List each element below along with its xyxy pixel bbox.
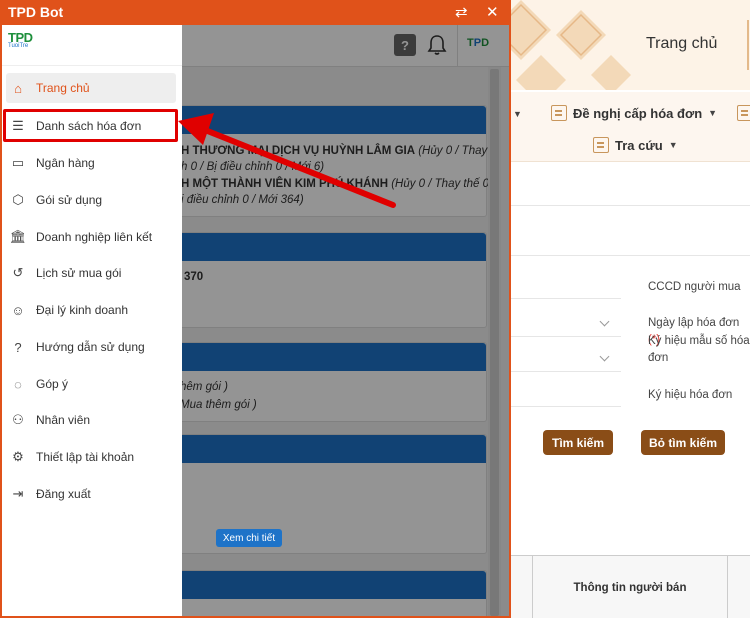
divider xyxy=(511,255,750,256)
sidebar-item-feedback[interactable]: ◌ Góp ý xyxy=(6,369,176,399)
view-detail-button[interactable]: Xem chi tiết xyxy=(216,529,282,547)
cccd-label: CCCD người mua xyxy=(648,281,741,293)
bank-card-icon: ▭ xyxy=(11,155,25,170)
sidebar-item-label: Đại lý kinh doanh xyxy=(36,303,129,317)
settings-icon: ⚙ xyxy=(12,449,24,464)
template-symbol-label: Ký hiệu mẫu số hóa đơn xyxy=(648,335,750,364)
chevron-down-icon: ▼ xyxy=(708,108,718,118)
table-header-cell xyxy=(511,556,533,618)
input-underline[interactable] xyxy=(511,406,621,407)
decorative-pattern xyxy=(511,0,631,90)
sidebar-item-label: Doanh nghiệp liên kết xyxy=(36,230,153,244)
history-icon: ↺ xyxy=(12,265,24,280)
menu-extra[interactable] xyxy=(737,105,750,121)
menu-lookup[interactable]: Tra cứu ▼ xyxy=(593,137,678,153)
sidebar-item-packages[interactable]: ⬡ Gói sử dụng xyxy=(6,185,176,215)
sidebar-item-label: Trang chủ xyxy=(36,81,90,95)
input-underline[interactable] xyxy=(511,298,621,299)
window-titlebar: TPD Bot ⇄ ✕ xyxy=(2,0,509,25)
package-icon: ⬡ xyxy=(12,192,24,207)
document-icon xyxy=(593,137,609,153)
sidebar-item-label: Góp ý xyxy=(36,377,69,391)
logout-icon: ⇥ xyxy=(12,486,24,501)
background-web-page: Trang chủ ▼ Đề nghị cấp hóa đơn ▼ Tra cứ… xyxy=(511,0,750,618)
home-icon: ⌂ xyxy=(14,80,22,96)
sidebar-item-label: Lịch sử mua gói xyxy=(36,266,122,280)
sidebar-item-bank[interactable]: ▭ Ngân hàng xyxy=(6,148,176,178)
chevron-down-icon[interactable] xyxy=(599,351,610,362)
agent-icon: ☺ xyxy=(11,302,25,318)
document-icon xyxy=(551,105,567,121)
sidebar-item-linked-business[interactable]: 🏛 Doanh nghiệp liên kết xyxy=(6,222,176,252)
chevron-down-icon[interactable]: ▼ xyxy=(513,109,522,119)
chevron-down-icon: ▼ xyxy=(668,140,678,150)
staff-icon: ⚇ xyxy=(12,412,24,427)
extension-window: TPD Bot ⇄ ✕ ? TPD H THƯƠNG MẠI DỊCH VỤ H… xyxy=(0,0,511,618)
window-title: TPD Bot xyxy=(8,4,64,20)
header-divider xyxy=(747,20,749,70)
sidebar-item-purchase-history[interactable]: ↺ Lịch sử mua gói xyxy=(6,258,176,288)
main-menu: ▼ Đề nghị cấp hóa đơn ▼ Tra cứu ▼ xyxy=(511,92,750,162)
highlight-box xyxy=(3,109,178,142)
logo-subtext: TuoiTre xyxy=(8,43,29,49)
menu-invoice-request[interactable]: Đề nghị cấp hóa đơn ▼ xyxy=(551,105,717,121)
input-underline[interactable] xyxy=(511,336,621,337)
feedback-icon: ◌ xyxy=(14,376,22,392)
sidebar-item-label: Đăng xuất xyxy=(36,487,91,501)
divider xyxy=(2,65,182,66)
sidebar-item-label: Hướng dẫn sử dụng xyxy=(36,340,145,354)
sidebar-item-home[interactable]: ⌂ Trang chủ xyxy=(6,73,176,103)
logo: TPD TuoiTre xyxy=(8,30,48,58)
sidebar-item-agents[interactable]: ☺ Đại lý kinh doanh xyxy=(6,295,176,325)
page-title: Trang chủ xyxy=(646,35,718,52)
input-underline[interactable] xyxy=(511,371,621,372)
institution-icon: 🏛 xyxy=(9,229,27,244)
seller-info-column: Thông tin người bán xyxy=(533,556,728,618)
sidebar-item-logout[interactable]: ⇥ Đăng xuất xyxy=(6,479,176,509)
search-button[interactable]: Tìm kiếm xyxy=(543,430,613,455)
invoice-symbol-label: Ký hiệu hóa đơn xyxy=(648,389,733,401)
invoice-date-text: Ngày lập hóa đơn xyxy=(648,317,740,329)
menu-invoice-request-label: Đề nghị cấp hóa đơn xyxy=(573,105,703,121)
sidebar-item-label: Thiết lập tài khoản xyxy=(36,450,135,464)
clear-search-button[interactable]: Bỏ tìm kiếm xyxy=(641,430,725,455)
sidebar-item-label: Nhân viên xyxy=(36,413,91,427)
sidebar-item-user-guide[interactable]: ? Hướng dẫn sử dụng xyxy=(6,332,176,362)
sidebar-item-label: Gói sử dụng xyxy=(36,193,103,207)
document-icon xyxy=(737,105,750,121)
sidebar-item-label: Ngân hàng xyxy=(36,156,95,170)
swap-icon[interactable]: ⇄ xyxy=(455,3,468,21)
menu-lookup-label: Tra cứu xyxy=(615,137,663,153)
sidebar-item-staff[interactable]: ⚇ Nhân viên xyxy=(6,405,176,435)
page-header: Trang chủ xyxy=(511,0,750,90)
chevron-down-icon[interactable] xyxy=(599,316,610,327)
close-icon[interactable]: ✕ xyxy=(486,3,499,21)
divider xyxy=(511,205,750,206)
sidebar-item-account-settings[interactable]: ⚙ Thiết lập tài khoản xyxy=(6,442,176,472)
invoice-table-header: Thông tin người bán xyxy=(511,555,750,618)
guide-icon: ? xyxy=(14,339,22,355)
